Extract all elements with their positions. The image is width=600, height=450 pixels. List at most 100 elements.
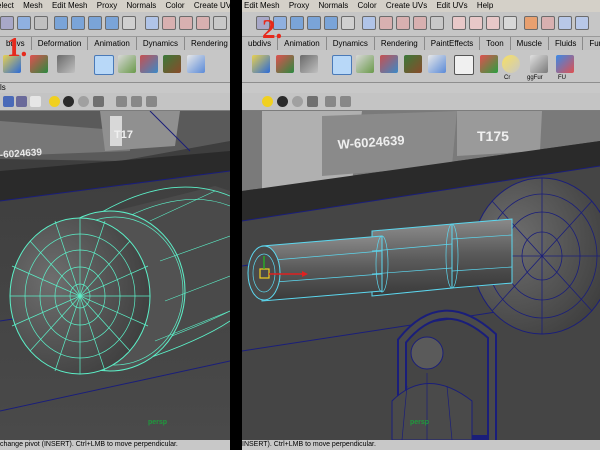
ik-handle-icon[interactable]	[30, 55, 48, 73]
wrap-icon[interactable]	[404, 55, 422, 73]
snap-curve-icon[interactable]	[379, 16, 393, 30]
tab-animation[interactable]: Animation	[278, 37, 327, 50]
viewport-perspective[interactable]: T175 W-6024639 persp	[242, 111, 600, 440]
input-field-icon[interactable]	[524, 16, 538, 30]
menu-select[interactable]: elect	[0, 1, 14, 10]
fur-tool-icon[interactable]	[556, 55, 574, 73]
help-mask-icon[interactable]	[341, 16, 355, 30]
tab-muscle[interactable]: Muscle	[510, 37, 549, 50]
menu-proxy[interactable]: Proxy	[97, 1, 117, 10]
resolution-gate-icon[interactable]	[307, 96, 318, 107]
select-object-icon[interactable]	[17, 16, 31, 30]
mask-face-icon[interactable]	[88, 16, 102, 30]
tab-fluids[interactable]: Fluids	[549, 37, 584, 50]
menu-edit-mesh[interactable]: Edit Mesh	[244, 1, 280, 10]
show-channel-box-icon[interactable]	[575, 16, 589, 30]
menu-edit-mesh[interactable]: Edit Mesh	[52, 1, 88, 10]
menu-normals[interactable]: Normals	[319, 1, 349, 10]
soft-mod-icon[interactable]	[380, 55, 398, 73]
wireframe-shade-icon[interactable]	[3, 96, 14, 107]
menu-normals[interactable]: Normals	[126, 1, 156, 10]
isolate-select-icon[interactable]	[340, 96, 351, 107]
history-icon[interactable]	[452, 16, 466, 30]
mask-edge-icon[interactable]	[307, 16, 321, 30]
textured-icon[interactable]	[30, 96, 41, 107]
menu-create-uvs[interactable]: Create UVs	[386, 1, 427, 10]
cluster-icon[interactable]	[118, 55, 136, 73]
menu-edit-uvs[interactable]: Edit UVs	[436, 1, 467, 10]
lights-icon[interactable]	[262, 96, 273, 107]
mask-vertex-icon[interactable]	[54, 16, 68, 30]
tab-dynamics[interactable]: Dynamics	[326, 37, 375, 50]
select-component-icon[interactable]	[34, 16, 48, 30]
edit-fur-icon[interactable]	[530, 55, 548, 73]
menu-proxy[interactable]: Proxy	[289, 1, 309, 10]
wire-icon[interactable]	[187, 55, 205, 73]
mask-edge-icon[interactable]	[71, 16, 85, 30]
menu-create-uvs[interactable]: Create UVs	[194, 1, 230, 10]
menu-color[interactable]: Color	[358, 1, 377, 10]
lights-icon[interactable]	[49, 96, 60, 107]
cluster-icon[interactable]	[356, 55, 374, 73]
step-label-2: 2.	[262, 14, 283, 44]
menu-help[interactable]: Help	[477, 1, 493, 10]
fur-light-icon[interactable]	[502, 55, 520, 73]
snap-curve-icon[interactable]	[162, 16, 176, 30]
isolate-select-icon[interactable]	[131, 96, 142, 107]
shadows-icon[interactable]	[277, 96, 288, 107]
spring-icon[interactable]	[57, 55, 75, 73]
xray-icon[interactable]	[146, 96, 157, 107]
lattice-icon[interactable]	[332, 55, 352, 75]
wrap-icon[interactable]	[163, 55, 181, 73]
show-attribute-icon[interactable]	[541, 16, 555, 30]
help-mask-icon[interactable]	[122, 16, 136, 30]
snap-point-icon[interactable]	[396, 16, 410, 30]
menu-color[interactable]: Color	[165, 1, 184, 10]
snap-grid-icon[interactable]	[362, 16, 376, 30]
magnet-icon[interactable]	[430, 16, 444, 30]
viewport-perspective[interactable]: T17 -6024639 persp	[0, 111, 230, 440]
mask-face-icon[interactable]	[324, 16, 338, 30]
ao-icon[interactable]	[292, 96, 303, 107]
render-current-icon[interactable]	[469, 16, 483, 30]
help-line-text: INSERT). Ctrl+LMB to move perpendicular.	[242, 441, 376, 448]
mask-uv-icon[interactable]	[105, 16, 119, 30]
film-gate-icon[interactable]	[116, 96, 127, 107]
ao-icon[interactable]	[78, 96, 89, 107]
snap-plane-icon[interactable]	[413, 16, 427, 30]
tab-rendering[interactable]: Rendering	[374, 37, 425, 50]
mask-vertex-icon[interactable]	[290, 16, 304, 30]
camera-label: persp	[148, 419, 168, 426]
tab-toon[interactable]: Toon	[480, 37, 511, 50]
smooth-shade-icon[interactable]	[16, 96, 27, 107]
wire-icon[interactable]	[428, 55, 446, 73]
tab-rendering[interactable]: Rendering	[184, 37, 230, 50]
fur-brush-icon[interactable]	[480, 55, 498, 73]
tab-painteffects[interactable]: PaintEffects	[424, 37, 481, 50]
panel-toolbar	[242, 93, 600, 111]
magnet-icon[interactable]	[213, 16, 227, 30]
panel-menu-fragment[interactable]: ls	[0, 83, 6, 92]
soft-mod-icon[interactable]	[140, 55, 158, 73]
lattice-icon[interactable]	[94, 55, 114, 75]
paint-icon[interactable]	[454, 55, 474, 75]
select-hierarchy-icon[interactable]	[0, 16, 14, 30]
tab-fur[interactable]: Fur	[583, 37, 600, 50]
shadows-icon[interactable]	[63, 96, 74, 107]
create-joint-icon[interactable]	[252, 55, 270, 73]
menu-mesh[interactable]: Mesh	[23, 1, 43, 10]
film-gate-icon[interactable]	[325, 96, 336, 107]
spring-icon[interactable]	[300, 55, 318, 73]
snap-plane-icon[interactable]	[196, 16, 210, 30]
snap-grid-icon[interactable]	[145, 16, 159, 30]
snap-point-icon[interactable]	[179, 16, 193, 30]
resolution-gate-icon[interactable]	[93, 96, 104, 107]
ipr-render-icon[interactable]	[486, 16, 500, 30]
tab-dynamics[interactable]: Dynamics	[136, 37, 185, 50]
render-settings-icon[interactable]	[503, 16, 517, 30]
tab-animation[interactable]: Animation	[88, 37, 137, 50]
tab-deformation[interactable]: Deformation	[31, 37, 89, 50]
show-tool-settings-icon[interactable]	[558, 16, 572, 30]
help-line: change pivot (INSERT). Ctrl+LMB to move …	[0, 440, 230, 450]
ik-handle-icon[interactable]	[276, 55, 294, 73]
